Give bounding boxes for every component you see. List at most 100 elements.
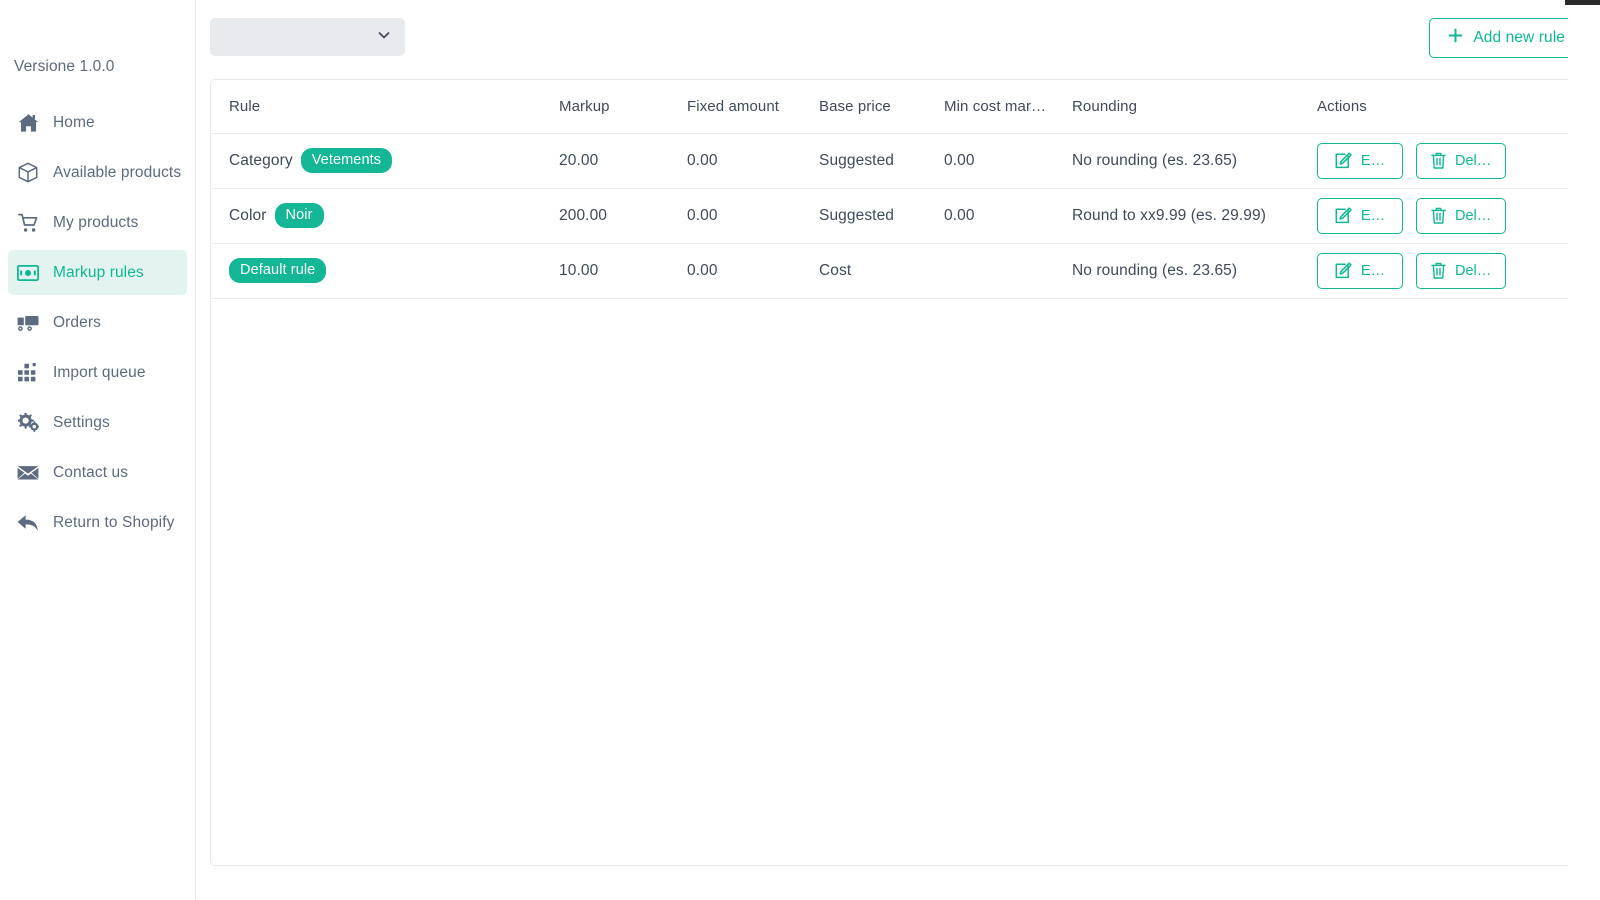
delete-rule-label: Del… xyxy=(1455,262,1492,279)
rule-cell-content: Default rule xyxy=(229,257,559,284)
plus-icon xyxy=(1448,28,1463,48)
sidebar-item-my-products[interactable]: My products xyxy=(8,200,187,245)
cell-rounding: No rounding (es. 23.65) xyxy=(1072,133,1317,189)
edit-rule-label: E… xyxy=(1360,262,1386,279)
rule-cell-content: Category Vetements xyxy=(229,147,559,174)
cell-markup: 10.00 xyxy=(559,243,687,299)
column-header-actions: Actions xyxy=(1317,80,1583,134)
cell-min-cost-margin: 0.00 xyxy=(944,133,1072,189)
add-new-rule-label: Add new rule xyxy=(1473,29,1565,46)
table-row: Color Noir 200.00 0.00 Suggested 0.00 Round to… xyxy=(211,188,1583,244)
delete-rule-button[interactable]: Del… xyxy=(1416,142,1507,179)
chevron-down-icon xyxy=(376,27,392,47)
rule-cell-content: Color Noir xyxy=(229,202,559,229)
cart-icon xyxy=(15,212,41,234)
actions-group: E… Del… xyxy=(1317,142,1583,179)
sidebar-item-label: Import queue xyxy=(53,363,146,381)
sidebar: Versione 1.0.0 Home Available products My … xyxy=(0,0,196,900)
rule-badge: Default rule xyxy=(229,257,327,284)
sidebar-item-label: Contact us xyxy=(53,463,129,481)
box-icon xyxy=(15,162,41,184)
actions-group: E… Del… xyxy=(1317,252,1583,289)
column-header-min-cost-margin: Min cost mar… xyxy=(944,80,1072,134)
cell-actions: E… Del… xyxy=(1317,243,1583,299)
sidebar-item-return-to-shopify[interactable]: Return to Shopify xyxy=(8,500,187,545)
edit-rule-label: E… xyxy=(1360,152,1386,169)
cell-markup: 200.00 xyxy=(559,188,687,244)
edit-rule-button[interactable]: E… xyxy=(1317,252,1403,289)
back-arrow-icon xyxy=(15,512,41,534)
version-label: Versione 1.0.0 xyxy=(14,58,115,75)
banknote-icon xyxy=(15,262,41,284)
cell-fixed-amount: 0.00 xyxy=(687,243,819,299)
sidebar-item-markup-rules[interactable]: Markup rules xyxy=(8,250,187,295)
sidebar-item-import-queue[interactable]: Import queue xyxy=(8,350,187,395)
column-header-rule: Rule xyxy=(211,80,559,134)
column-header-rounding: Rounding xyxy=(1072,80,1317,134)
gears-icon xyxy=(15,412,41,434)
sidebar-item-label: Available products xyxy=(53,163,182,181)
markup-rules-table: Rule Markup Fixed amount Base price Min … xyxy=(211,80,1583,299)
sidebar-item-home[interactable]: Home xyxy=(8,100,187,145)
trash-icon xyxy=(1431,207,1446,224)
pencil-edit-icon xyxy=(1335,262,1352,279)
main-content: Add new rule Rule Markup Fixed amount Ba… xyxy=(196,0,1600,900)
sidebar-item-label: Return to Shopify xyxy=(53,513,175,531)
home-icon xyxy=(15,112,41,134)
sidebar-item-label: Markup rules xyxy=(53,263,144,281)
cell-rounding: No rounding (es. 23.65) xyxy=(1072,243,1317,299)
rule-prefix-label: Color xyxy=(229,206,267,224)
sidebar-item-settings[interactable]: Settings xyxy=(8,400,187,445)
cell-rounding: Round to xx9.99 (es. 29.99) xyxy=(1072,188,1317,244)
delete-rule-button[interactable]: Del… xyxy=(1416,197,1507,234)
grid-icon xyxy=(15,362,41,384)
column-header-markup: Markup xyxy=(559,80,687,134)
window-top-strip xyxy=(1565,0,1600,5)
sidebar-item-label: Home xyxy=(53,113,95,131)
sidebar-item-contact-us[interactable]: Contact us xyxy=(8,450,187,495)
table-row: Default rule 10.00 0.00 Cost No rounding (es… xyxy=(211,243,1583,299)
cell-actions: E… Del… xyxy=(1317,188,1583,244)
table-header-row: Rule Markup Fixed amount Base price Min … xyxy=(211,80,1583,134)
edit-rule-button[interactable]: E… xyxy=(1317,142,1403,179)
sidebar-item-label: Settings xyxy=(53,413,110,431)
right-gutter xyxy=(1568,0,1600,900)
cell-rule: Category Vetements xyxy=(211,133,559,189)
table-header: Rule Markup Fixed amount Base price Min … xyxy=(211,80,1583,134)
envelope-icon xyxy=(15,462,41,484)
pencil-edit-icon xyxy=(1335,152,1352,169)
table-row: Category Vetements 20.00 0.00 Suggested 0.00 N… xyxy=(211,133,1583,189)
edit-rule-button[interactable]: E… xyxy=(1317,197,1403,234)
column-header-fixed-amount: Fixed amount xyxy=(687,80,819,134)
actions-group: E… Del… xyxy=(1317,197,1583,234)
table-body: Category Vetements 20.00 0.00 Suggested 0.00 N… xyxy=(211,133,1583,299)
sidebar-item-orders[interactable]: Orders xyxy=(8,300,187,345)
delete-rule-button[interactable]: Del… xyxy=(1416,252,1507,289)
cell-base-price: Cost xyxy=(819,243,944,299)
pencil-edit-icon xyxy=(1335,207,1352,224)
cell-actions: E… Del… xyxy=(1317,133,1583,189)
rule-badge: Noir xyxy=(274,202,324,229)
delete-rule-label: Del… xyxy=(1455,207,1492,224)
toolbar: Add new rule xyxy=(196,0,1600,79)
cell-rule: Default rule xyxy=(211,243,559,299)
column-header-base-price: Base price xyxy=(819,80,944,134)
cell-base-price: Suggested xyxy=(819,133,944,189)
truck-icon xyxy=(15,312,41,334)
app-root: Versione 1.0.0 Home Available products My … xyxy=(0,0,1600,900)
cell-min-cost-margin xyxy=(944,243,1072,299)
cell-markup: 20.00 xyxy=(559,133,687,189)
cell-base-price: Suggested xyxy=(819,188,944,244)
cell-fixed-amount: 0.00 xyxy=(687,188,819,244)
rule-prefix-label: Category xyxy=(229,151,293,169)
trash-icon xyxy=(1431,152,1446,169)
add-new-rule-button[interactable]: Add new rule xyxy=(1429,18,1584,58)
delete-rule-label: Del… xyxy=(1455,152,1492,169)
sidebar-item-available-products[interactable]: Available products xyxy=(8,150,187,195)
cell-rule: Color Noir xyxy=(211,188,559,244)
cell-min-cost-margin: 0.00 xyxy=(944,188,1072,244)
sidebar-item-label: My products xyxy=(53,213,139,231)
rule-filter-select[interactable] xyxy=(210,18,405,56)
edit-rule-label: E… xyxy=(1360,207,1386,224)
rule-badge: Vetements xyxy=(300,147,393,174)
